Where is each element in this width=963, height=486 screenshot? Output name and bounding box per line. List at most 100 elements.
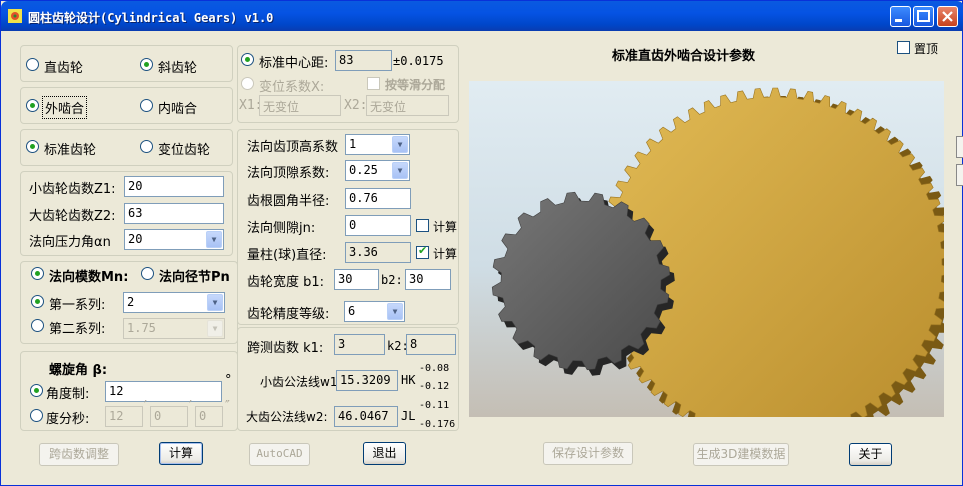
topmost-checkbox[interactable] — [897, 41, 910, 54]
root-radius-label: 齿根圆角半径: — [247, 194, 330, 209]
series1-value: 2 — [127, 295, 135, 309]
z2-label: 大齿轮齿数Z2: — [29, 209, 116, 224]
autocad-button[interactable]: AutoCAD — [249, 443, 310, 466]
w1-input[interactable]: 15.3209 — [336, 370, 398, 391]
maximize-button[interactable] — [913, 6, 934, 27]
z1-input[interactable]: 20 — [124, 176, 224, 197]
helical-radio[interactable] — [140, 58, 153, 71]
chevron-down-icon: ▼ — [206, 231, 222, 248]
maximize-icon — [917, 10, 930, 22]
k2-input[interactable]: 8 — [406, 334, 456, 355]
w2-label: 大齿公法线w2: — [246, 410, 328, 424]
k1-input[interactable]: 3 — [334, 334, 385, 355]
series1-radio[interactable] — [31, 295, 44, 308]
chevron-down-icon: ▼ — [207, 294, 223, 311]
dms-second-input[interactable]: 0 — [195, 406, 223, 427]
z2-input[interactable]: 63 — [124, 203, 224, 224]
b2-input[interactable]: 30 — [405, 269, 451, 290]
close-button[interactable] — [937, 6, 958, 27]
std-center-input[interactable]: 83 — [335, 50, 392, 71]
pin-diameter-input[interactable]: 3.36 — [345, 242, 411, 263]
normal-pitch-radio[interactable] — [141, 267, 154, 280]
save-params-button[interactable]: 保存设计参数 — [543, 442, 633, 465]
pin-calc-label: 计算 — [433, 247, 458, 261]
std-center-radio[interactable] — [241, 53, 254, 66]
generate-3d-button[interactable]: 生成3D建模数据 — [693, 443, 789, 466]
w1-code: HK — [401, 373, 416, 387]
external-label: 外啮合 — [42, 96, 88, 119]
gear-preview-canvas — [469, 81, 959, 450]
side-button-1[interactable] — [956, 136, 963, 158]
dms-label: 度分秒: — [46, 412, 90, 427]
x1-input[interactable]: 无变位 — [259, 95, 341, 116]
spur-label: 直齿轮 — [44, 61, 84, 76]
helix-angle-input[interactable]: 12 — [105, 381, 222, 402]
title-bar[interactable]: 圆柱齿轮设计(Cylindrical Gears) v1.0 — [1, 1, 963, 31]
side-button-2[interactable] — [956, 164, 963, 186]
addendum-label: 法向齿顶高系数 — [247, 140, 339, 155]
equal-slide-checkbox[interactable] — [367, 77, 380, 90]
degree-label: 角度制: — [46, 387, 90, 402]
std-center-label: 标准中心距: — [259, 56, 329, 71]
clearance-select[interactable]: 0.25 ▼ — [345, 160, 410, 181]
backlash-label: 法向侧隙jn: — [247, 221, 316, 236]
backlash-calc-checkbox[interactable] — [416, 219, 429, 232]
app-icon — [8, 9, 22, 23]
b1-input[interactable]: 30 — [334, 269, 379, 290]
chevron-down-icon: ▼ — [392, 162, 408, 179]
dms-minute-input[interactable]: 0 — [150, 406, 188, 427]
normal-module-radio[interactable] — [31, 267, 44, 280]
internal-radio[interactable] — [140, 99, 153, 112]
normal-pitch-label: 法向径节Pn — [159, 270, 230, 285]
about-button[interactable]: 关于 — [849, 443, 892, 466]
x2-input[interactable]: 无变位 — [366, 95, 449, 116]
grade-select[interactable]: 6 ▼ — [344, 301, 405, 322]
w2-lower: -0.176 — [419, 419, 456, 430]
internal-label: 内啮合 — [158, 102, 198, 117]
span-adjust-button[interactable]: 跨齿数调整 — [39, 443, 119, 466]
degree-unit: ° — [225, 373, 232, 388]
small-gear — [491, 191, 671, 371]
center-tolerance: ±0.0175 — [393, 54, 444, 68]
w2-input[interactable]: 46.0467 — [334, 406, 398, 427]
gear-preview-svg — [491, 87, 959, 450]
dms-radio[interactable] — [30, 409, 43, 422]
z1-label: 小齿轮齿数Z1: — [29, 182, 116, 197]
dms-degree-input[interactable]: 12 — [105, 406, 143, 427]
w1-lower: -0.12 — [419, 381, 450, 392]
addendum-select[interactable]: 1 ▼ — [345, 134, 410, 155]
span-k-label: 跨测齿数 k1: — [247, 341, 324, 356]
spur-radio[interactable] — [26, 58, 39, 71]
degree-radio[interactable] — [30, 384, 43, 397]
root-radius-input[interactable]: 0.76 — [345, 188, 411, 209]
series2-value: 1.75 — [127, 321, 156, 335]
series2-select[interactable]: 1.75 ▼ — [123, 318, 225, 339]
second-unit: ″ — [225, 399, 230, 414]
external-radio[interactable] — [26, 99, 39, 112]
clearance-value: 0.25 — [349, 163, 378, 177]
normal-module-label: 法向模数Mn: — [49, 270, 129, 285]
backlash-input[interactable]: 0 — [345, 215, 411, 236]
clearance-label: 法向顶隙系数: — [247, 166, 330, 181]
chevron-down-icon: ▼ — [387, 303, 403, 320]
coef-radio[interactable] — [241, 77, 254, 90]
series1-select[interactable]: 2 ▼ — [123, 292, 225, 313]
x2-label: X2: — [344, 98, 368, 113]
exit-button[interactable]: 退出 — [363, 442, 406, 465]
w1-upper: -0.08 — [419, 363, 450, 374]
pressure-angle-select[interactable]: 20 ▼ — [124, 229, 224, 250]
pin-calc-checkbox[interactable] — [416, 244, 429, 259]
calculate-button[interactable]: 计算 — [159, 442, 203, 465]
pressure-angle-value: 20 — [128, 232, 143, 246]
grade-value: 6 — [348, 304, 356, 318]
pressure-angle-label: 法向压力角αn — [29, 235, 111, 250]
chevron-down-icon: ▼ — [392, 136, 408, 153]
series2-radio[interactable] — [31, 319, 44, 332]
helical-label: 斜齿轮 — [158, 61, 198, 76]
minimize-button[interactable] — [890, 6, 911, 27]
standard-gear-label: 标准齿轮 — [44, 143, 97, 158]
modified-gear-radio[interactable] — [140, 140, 153, 153]
addendum-value: 1 — [349, 137, 357, 151]
width-label: 齿轮宽度 b1: — [247, 275, 325, 290]
standard-gear-radio[interactable] — [26, 140, 39, 153]
